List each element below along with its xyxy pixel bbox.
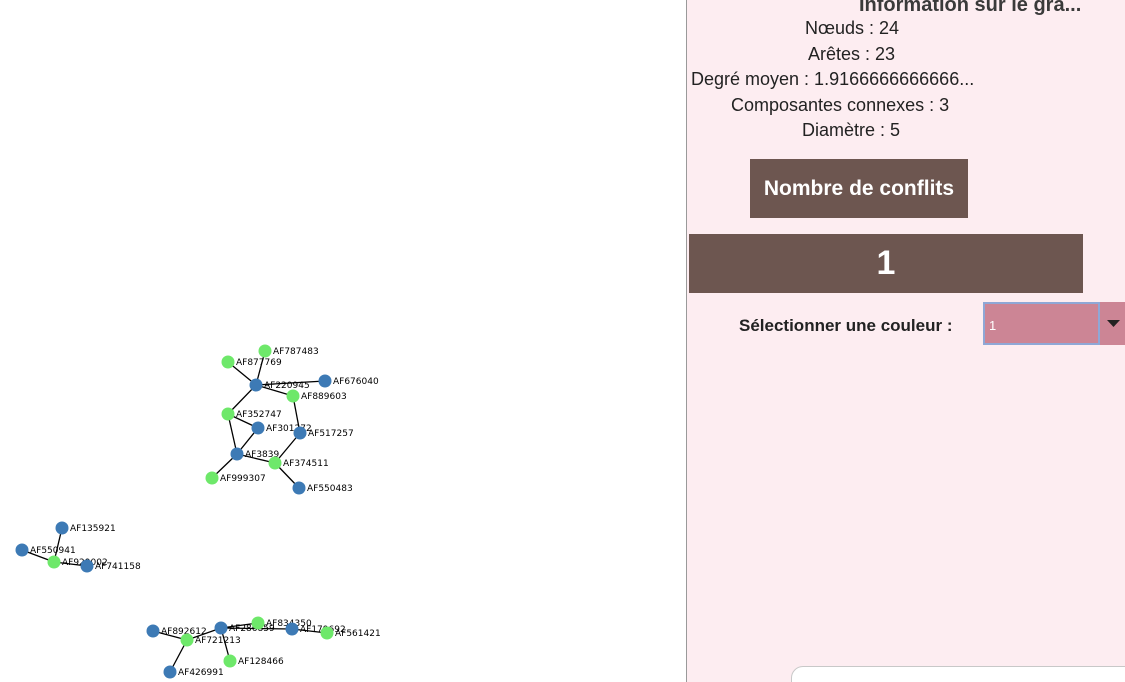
- graph-svg[interactable]: AF787483AF877769 AF220945 AF676040 AF889603…: [0, 0, 686, 682]
- graph-node-label: AF550483: [307, 484, 353, 494]
- graph-node[interactable]: [214, 621, 228, 635]
- graph-node-label: AF220945: [264, 381, 310, 391]
- color-select[interactable]: 1: [983, 302, 1125, 345]
- graph-node-label: AF877769: [236, 358, 282, 368]
- graph-node[interactable]: [286, 389, 300, 403]
- graph-node-label: AF676040: [333, 377, 379, 387]
- connected-components: Composantes connexes : 3: [731, 95, 950, 115]
- graph-node-label: AF374511: [283, 459, 329, 469]
- color-select-dropdown-button[interactable]: [1100, 302, 1125, 345]
- graph-node[interactable]: [80, 559, 94, 573]
- graph-node-label: AF517257: [308, 429, 354, 439]
- graph-node-label: AF128466: [238, 657, 284, 667]
- graph-node[interactable]: [47, 555, 61, 569]
- graph-node[interactable]: [268, 456, 282, 470]
- graph-node[interactable]: [230, 447, 244, 461]
- graph-node-label: AF426991: [178, 668, 224, 678]
- graph-node[interactable]: [318, 374, 332, 388]
- graph-node[interactable]: [292, 481, 306, 495]
- graph-node[interactable]: [221, 407, 235, 421]
- chevron-down-icon: [1107, 320, 1120, 327]
- graph-node[interactable]: [320, 626, 334, 640]
- graph-node[interactable]: [258, 344, 272, 358]
- graph-node[interactable]: [15, 543, 29, 557]
- graph-node[interactable]: [249, 378, 263, 392]
- graph-node[interactable]: [221, 355, 235, 369]
- graph-node[interactable]: [223, 654, 237, 668]
- color-select-value: 1: [989, 318, 997, 333]
- graph-node[interactable]: [251, 421, 265, 435]
- graph-node[interactable]: [205, 471, 219, 485]
- bottom-widget: [791, 666, 1125, 682]
- graph-node[interactable]: [163, 665, 177, 679]
- graph-node[interactable]: [146, 624, 160, 638]
- graph-node[interactable]: [285, 622, 299, 636]
- conflicts-button[interactable]: Nombre de conflits: [750, 159, 968, 218]
- graph-node-label: AF741158: [95, 562, 141, 572]
- graph-canvas[interactable]: AF787483 AF877769 AF220945 AF676040 AF889603…: [0, 0, 686, 682]
- color-select-field[interactable]: 1: [983, 302, 1100, 345]
- graph-node[interactable]: [293, 426, 307, 440]
- graph-node-label: AF787483: [273, 347, 319, 357]
- conflicts-count: 1: [689, 234, 1083, 293]
- edges-count: Arêtes : 23: [808, 44, 896, 64]
- graph-node-label: AF352747: [236, 410, 282, 420]
- graph-node-label: AF135921: [70, 524, 116, 534]
- graph-node-label: AF550941: [30, 546, 76, 556]
- graph-node-label: AF999307: [220, 474, 266, 484]
- graph-node-label: AF889603: [301, 392, 347, 402]
- graph-node[interactable]: [55, 521, 69, 535]
- average-degree: Degré moyen : 1.9166666666666...: [691, 69, 975, 89]
- graph-node[interactable]: [180, 633, 194, 647]
- graph-info-panel: Information sur le gra... Nœuds : 24 Arê…: [686, 0, 1125, 682]
- color-select-label: Sélectionner une couleur :: [739, 316, 953, 335]
- nodes-count: Nœuds : 24: [805, 18, 900, 38]
- diameter: Diamètre : 5: [802, 120, 901, 140]
- graph-node-label: AF561421: [335, 629, 381, 639]
- graph-node-label: AF721213: [195, 636, 241, 646]
- panel-title: Information sur le gra...: [859, 0, 1082, 16]
- graph-node[interactable]: [251, 616, 265, 630]
